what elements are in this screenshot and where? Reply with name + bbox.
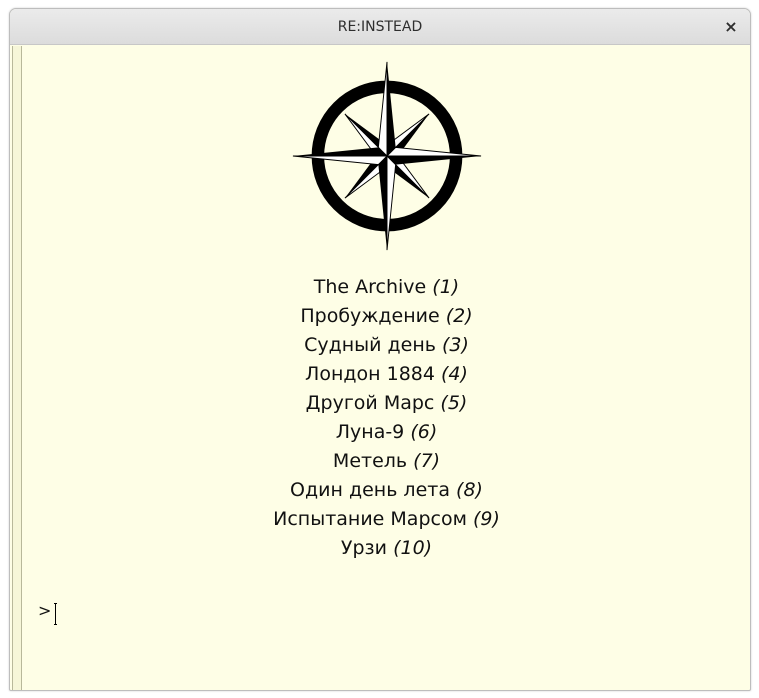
- game-link[interactable]: (2): [446, 305, 473, 327]
- window-title: RE:INSTEAD: [337, 19, 423, 35]
- title-bar[interactable]: RE:INSTEAD ×: [10, 9, 750, 45]
- app-window: RE:INSTEAD × The Archive (1) Пробуждение…: [9, 8, 751, 691]
- game-link[interactable]: (8): [456, 479, 483, 501]
- game-item-7[interactable]: Метель (7): [23, 447, 750, 476]
- game-title: Урзи: [340, 537, 388, 559]
- game-title: The Archive: [313, 276, 427, 298]
- game-link[interactable]: (6): [410, 421, 437, 443]
- game-link[interactable]: (5): [440, 392, 467, 414]
- game-title: Лондон 1884: [305, 363, 435, 385]
- game-link[interactable]: (7): [413, 450, 440, 472]
- game-item-10[interactable]: Урзи (10): [23, 534, 750, 563]
- game-title: Один день лета: [290, 479, 450, 501]
- game-title: Судный день: [304, 334, 436, 356]
- game-link[interactable]: (9): [473, 508, 500, 530]
- game-title: Луна-9: [335, 421, 405, 443]
- game-item-6[interactable]: Луна-9 (6): [23, 418, 750, 447]
- game-item-9[interactable]: Испытание Марсом (9): [23, 505, 750, 534]
- game-title: Метель: [332, 450, 408, 472]
- command-prompt: >: [38, 601, 52, 620]
- game-item-4[interactable]: Лондон 1884 (4): [23, 360, 750, 389]
- compass-rose-icon: [292, 61, 482, 251]
- game-title: Испытание Марсом: [273, 508, 467, 530]
- game-link[interactable]: (1): [432, 276, 459, 298]
- game-item-1[interactable]: The Archive (1): [23, 273, 750, 302]
- game-title: Другой Марс: [305, 392, 435, 414]
- game-item-8[interactable]: Один день лета (8): [23, 476, 750, 505]
- game-link[interactable]: (10): [393, 537, 432, 559]
- game-item-3[interactable]: Судный день (3): [23, 331, 750, 360]
- game-link[interactable]: (3): [442, 334, 469, 356]
- game-content: The Archive (1) Пробуждение (2) Судный д…: [23, 46, 750, 690]
- game-link[interactable]: (4): [441, 363, 468, 385]
- left-margin-bar: [12, 46, 22, 690]
- game-list: The Archive (1) Пробуждение (2) Судный д…: [23, 273, 750, 563]
- game-title: Пробуждение: [300, 305, 440, 327]
- game-item-5[interactable]: Другой Марс (5): [23, 389, 750, 418]
- text-cursor[interactable]: [54, 603, 57, 625]
- close-button[interactable]: ×: [720, 16, 742, 38]
- game-item-2[interactable]: Пробуждение (2): [23, 302, 750, 331]
